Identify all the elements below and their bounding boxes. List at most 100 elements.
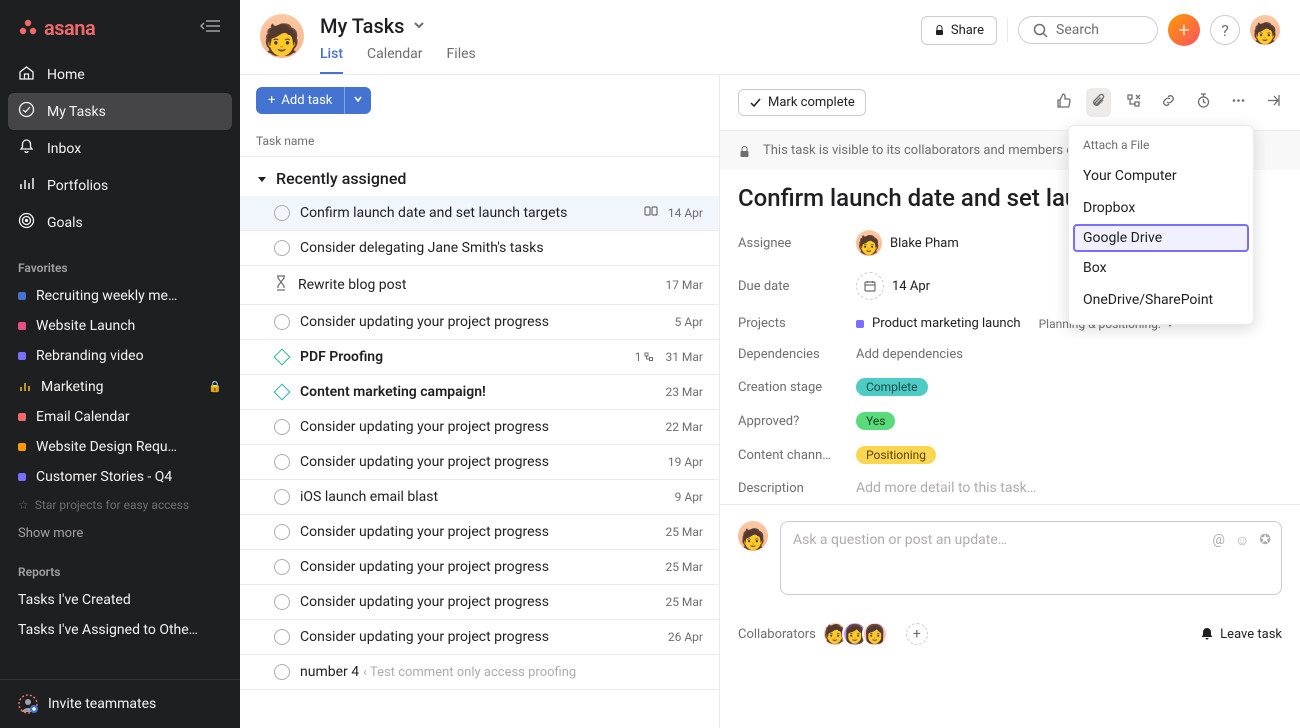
invite-teammates[interactable]: Invite teammates — [0, 679, 240, 728]
project-color-icon — [18, 443, 26, 451]
task-row[interactable]: Confirm launch date and set launch targe… — [240, 196, 719, 231]
task-row[interactable]: Consider updating your project progress2… — [240, 620, 719, 655]
nav-goals[interactable]: Goals — [0, 204, 240, 241]
link-icon[interactable] — [1160, 92, 1177, 113]
check-circle-icon[interactable] — [274, 205, 290, 221]
check-circle-icon[interactable] — [274, 314, 290, 330]
group-header[interactable]: Recently assigned — [240, 157, 719, 196]
close-panel-icon[interactable] — [1265, 92, 1282, 113]
emoji-icon[interactable]: ☺ — [1235, 532, 1249, 549]
project-value[interactable]: Product marketing launch — [856, 316, 1021, 331]
mark-complete-button[interactable]: Mark complete — [738, 89, 866, 116]
help-button[interactable]: ? — [1210, 15, 1240, 45]
tabs: List Calendar Files — [320, 46, 905, 74]
user-avatar[interactable]: 🧑 — [1250, 15, 1280, 45]
tab-files[interactable]: Files — [447, 46, 476, 74]
task-row[interactable]: Consider updating your project progress2… — [240, 585, 719, 620]
add-collaborator[interactable]: + — [906, 623, 928, 645]
logo[interactable]: asana — [18, 16, 95, 40]
add-task-button[interactable]: + Add task — [256, 87, 344, 114]
task-row[interactable]: PDF Proofing1 31 Mar — [240, 340, 719, 375]
check-circle-icon[interactable] — [274, 594, 290, 610]
nav-portfolios[interactable]: Portfolios — [0, 167, 240, 204]
task-row[interactable]: Consider delegating Jane Smith's tasks — [240, 231, 719, 266]
sidebar: asana HomeMy TasksInboxPortfoliosGoals F… — [0, 0, 240, 728]
subtask-icon[interactable] — [1125, 92, 1142, 113]
check-circle-icon[interactable] — [274, 240, 290, 256]
check-circle-icon[interactable] — [274, 559, 290, 575]
dropdown-item[interactable]: Box — [1069, 252, 1253, 284]
dropdown-item[interactable]: Google Drive — [1073, 224, 1249, 252]
search-input[interactable]: Search — [1018, 16, 1158, 44]
favorite-item[interactable]: Rebranding video — [0, 341, 240, 371]
favorite-item[interactable]: Website Design Requ… — [0, 432, 240, 462]
task-row[interactable]: Consider updating your project progress2… — [240, 515, 719, 550]
task-row[interactable]: number 4‹ Test comment only access proof… — [240, 655, 719, 690]
like-icon[interactable] — [1055, 92, 1072, 113]
content: + Add task Task name Recently assigned C… — [240, 75, 1300, 728]
tab-list[interactable]: List — [320, 46, 343, 74]
approved-pill[interactable]: Yes — [856, 412, 895, 430]
dependencies-value[interactable]: Add dependencies — [856, 347, 963, 362]
check-circle-icon[interactable] — [274, 454, 290, 470]
task-list-panel: + Add task Task name Recently assigned C… — [240, 75, 720, 728]
show-more[interactable]: Show more — [0, 518, 240, 549]
more-icon[interactable] — [1230, 92, 1247, 113]
profile-avatar[interactable]: 🧑 — [260, 14, 304, 58]
stage-pill[interactable]: Complete — [856, 378, 928, 396]
comment-area: 🧑 Ask a question or post an update… @ ☺ … — [720, 504, 1300, 611]
check-circle-icon[interactable] — [274, 489, 290, 505]
tab-calendar[interactable]: Calendar — [367, 46, 423, 74]
share-button[interactable]: Share — [921, 16, 997, 45]
timer-icon[interactable] — [1195, 92, 1212, 113]
favorite-item[interactable]: Customer Stories - Q4 — [0, 462, 240, 492]
task-date: 17 Mar — [665, 278, 703, 292]
favorite-item[interactable]: Marketing🔒 — [0, 371, 240, 402]
favorite-item[interactable]: Website Launch — [0, 311, 240, 341]
task-row[interactable]: Content marketing campaign!23 Mar — [240, 375, 719, 410]
title-dropdown-icon[interactable] — [412, 17, 426, 36]
assignee-value[interactable]: 🧑 Blake Pham — [856, 230, 959, 256]
check-circle-icon[interactable] — [274, 419, 290, 435]
main: 🧑 My Tasks ListCalendarFiles Share Searc… — [240, 0, 1300, 728]
bars-icon — [18, 378, 31, 395]
task-row[interactable]: Consider updating your project progress2… — [240, 550, 719, 585]
attach-file-dropdown: Attach a File Your ComputerDropboxGoogle… — [1068, 125, 1254, 325]
collaborators-bar: Collaborators 🧑 👩 👩 + Leave task — [720, 611, 1300, 663]
description-placeholder[interactable]: Add more detail to this task… — [856, 480, 1036, 496]
task-row[interactable]: Consider updating your project progress2… — [240, 410, 719, 445]
date-range-icon — [644, 205, 658, 221]
check-circle-icon[interactable] — [274, 524, 290, 540]
lock-icon — [738, 145, 751, 158]
report-item[interactable]: Tasks I've Created — [0, 585, 240, 615]
at-mention-icon[interactable]: @ — [1212, 532, 1225, 549]
channel-pill[interactable]: Positioning — [856, 446, 936, 464]
nav-my-tasks[interactable]: My Tasks — [8, 93, 232, 130]
favorite-item[interactable]: Recruiting weekly me… — [0, 281, 240, 311]
leave-task-button[interactable]: Leave task — [1200, 627, 1282, 642]
nav-inbox[interactable]: Inbox — [0, 130, 240, 167]
due-date-value[interactable]: 14 Apr — [856, 272, 930, 300]
check-circle-icon[interactable] — [274, 664, 290, 680]
task-date: 14 Apr — [668, 206, 703, 220]
favorite-item[interactable]: Email Calendar — [0, 402, 240, 432]
assignee-avatar: 🧑 — [856, 230, 882, 256]
dropdown-item[interactable]: Your Computer — [1069, 160, 1253, 192]
attachment-icon[interactable] — [1086, 88, 1111, 117]
task-row[interactable]: Rewrite blog post17 Mar — [240, 266, 719, 305]
collapse-sidebar-icon[interactable] — [200, 18, 222, 38]
task-row[interactable]: Consider updating your project progress5… — [240, 305, 719, 340]
dropdown-item[interactable]: OneDrive/SharePoint — [1069, 284, 1253, 316]
check-circle-icon[interactable] — [274, 629, 290, 645]
star-icon[interactable]: ✪ — [1259, 532, 1271, 549]
dropdown-item[interactable]: Dropbox — [1069, 192, 1253, 224]
task-row[interactable]: iOS launch email blast9 Apr — [240, 480, 719, 515]
add-task-dropdown[interactable] — [344, 87, 371, 114]
task-row[interactable]: Consider updating your project progress1… — [240, 445, 719, 480]
avatar[interactable]: 👩 — [862, 621, 888, 647]
field-description: Description Add more detail to this task… — [720, 472, 1300, 504]
nav-home[interactable]: Home — [0, 56, 240, 93]
report-item[interactable]: Tasks I've Assigned to Othe… — [0, 615, 240, 645]
comment-input[interactable]: Ask a question or post an update… @ ☺ ✪ — [780, 521, 1282, 595]
create-button[interactable]: + — [1168, 14, 1200, 46]
